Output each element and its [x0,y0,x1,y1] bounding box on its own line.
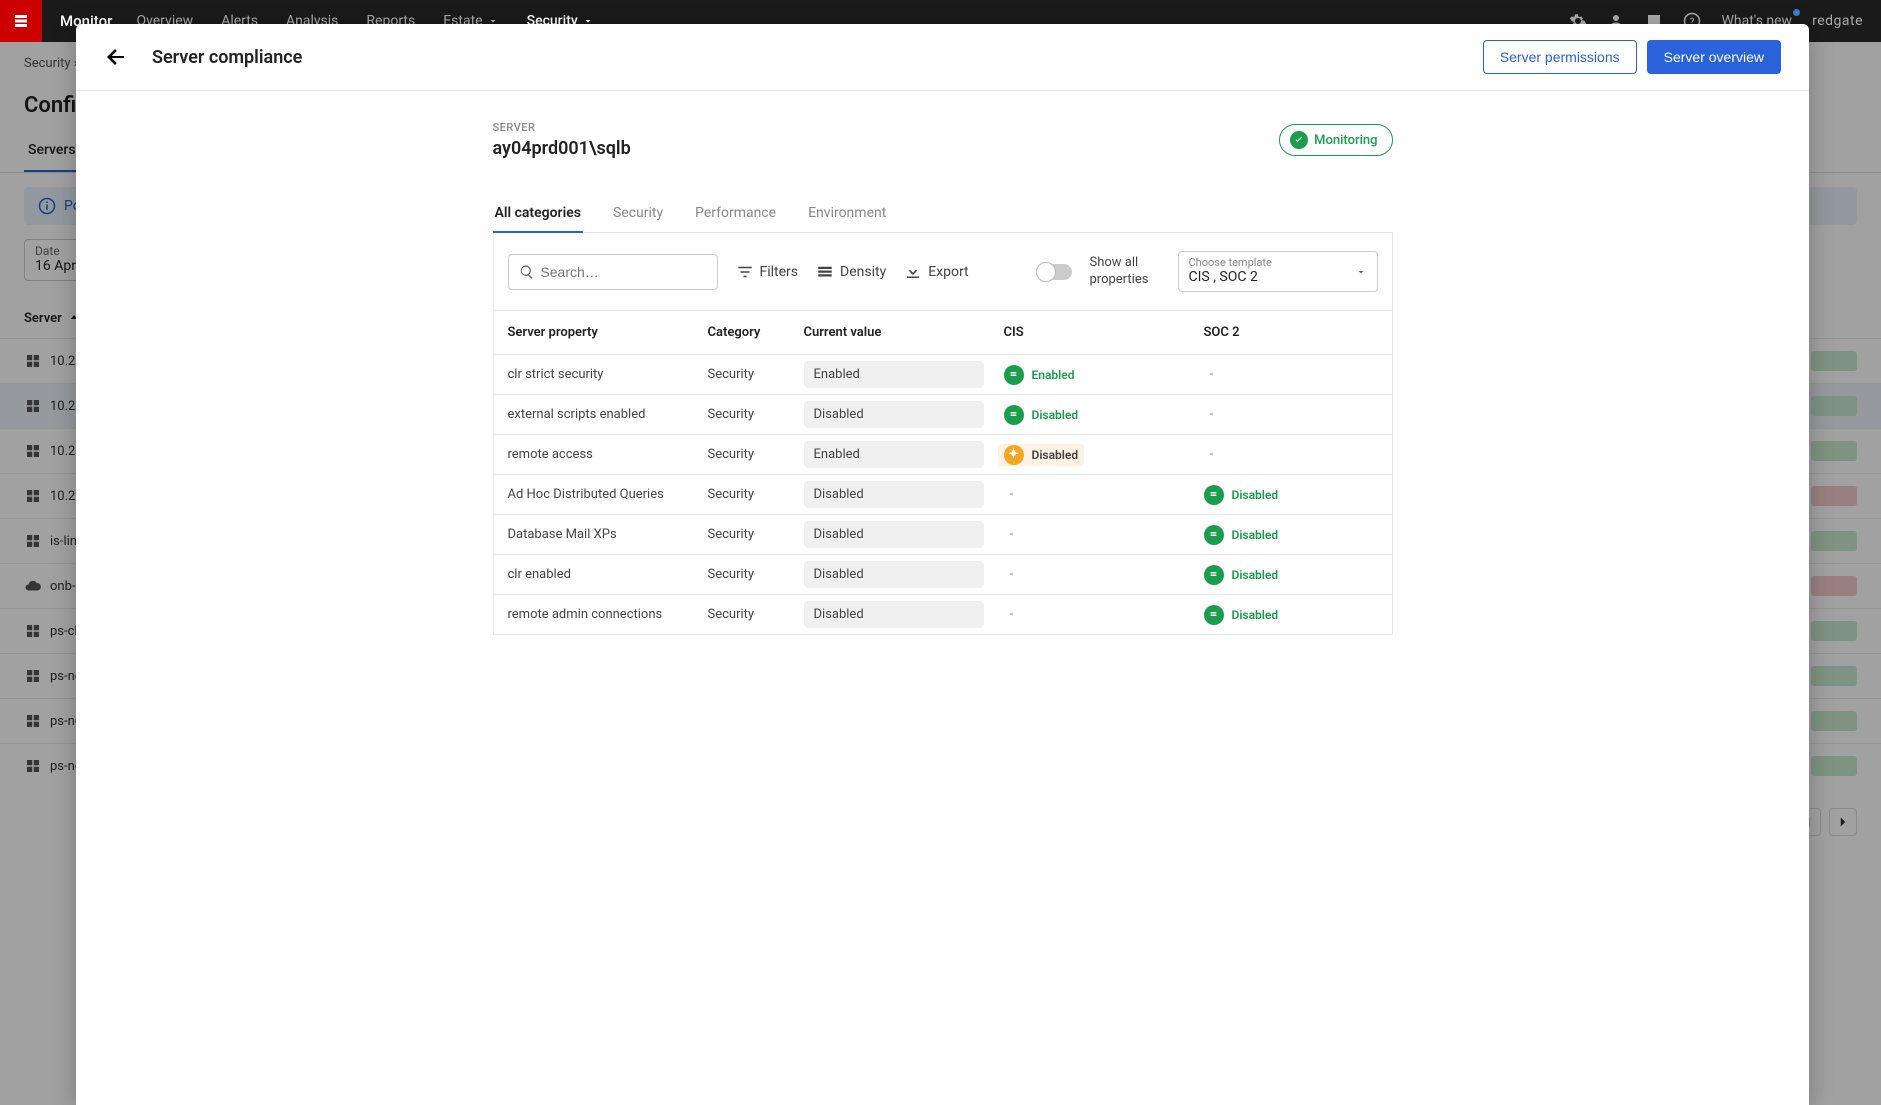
density-icon [816,263,834,281]
server-compliance-modal: Server compliance Server permissions Ser… [76,24,1809,1105]
cell-property: remote admin connections [508,607,708,622]
cell-category: Security [708,527,804,542]
cell-cis: - [1004,487,1204,502]
cell-value: Disabled [804,481,984,508]
tab-all-categories[interactable]: All categories [493,195,583,233]
status-empty: - [1204,407,1380,422]
col-category[interactable]: Category [708,325,804,340]
tab-environment[interactable]: Environment [806,195,888,232]
cell-category: Security [708,567,804,582]
show-all-label: Show all properties [1090,255,1160,289]
cell-category: Security [708,407,804,422]
table-row[interactable]: remote accessSecurityEnabled ✦Disabled - [493,435,1393,475]
density-button[interactable]: Density [816,263,886,281]
tab-security[interactable]: Security [611,195,665,232]
table-row[interactable]: clr enabledSecurityDisabled -=Disabled [493,555,1393,595]
back-button[interactable] [104,45,128,69]
cell-soc2: =Disabled [1204,605,1380,625]
ok-icon: = [1004,405,1024,425]
ok-icon: = [1204,565,1224,585]
chevron-down-icon [1355,266,1367,278]
status-empty: - [1004,607,1204,622]
filters-button[interactable]: Filters [736,263,799,281]
cell-soc2: - [1204,447,1380,462]
category-tabs: All categories Security Performance Envi… [493,195,1393,233]
status-warn: ✦Disabled [1004,445,1079,465]
status-ok: =Disabled [1204,565,1380,585]
status-empty: - [1004,567,1204,582]
status-ok: =Disabled [1204,485,1380,505]
col-soc2[interactable]: SOC 2 [1204,325,1380,340]
cell-property: Database Mail XPs [508,527,708,542]
template-select[interactable]: Choose template CIS , SOC 2 [1178,251,1378,292]
ok-icon: = [1004,365,1024,385]
show-all-toggle[interactable] [1038,264,1072,280]
server-overview-button[interactable]: Server overview [1647,40,1781,74]
filter-icon [736,263,754,281]
cell-value: Enabled [804,441,984,468]
tab-performance[interactable]: Performance [693,195,778,232]
status-ok: =Disabled [1004,405,1204,425]
cell-value: Disabled [804,601,984,628]
cell-soc2: - [1204,367,1380,382]
cell-soc2: - [1204,407,1380,422]
cell-property: external scripts enabled [508,407,708,422]
server-permissions-button[interactable]: Server permissions [1483,40,1637,74]
table-row[interactable]: external scripts enabledSecurityDisabled… [493,395,1393,435]
table-header: Server property Category Current value C… [493,311,1393,355]
search-field[interactable] [540,264,706,280]
status-empty: - [1004,527,1204,542]
ok-icon: = [1204,605,1224,625]
cell-cis: - [1004,567,1204,582]
cell-cis: - [1004,527,1204,542]
cell-cis: - [1004,607,1204,622]
ok-icon: = [1204,485,1224,505]
cell-property: Ad Hoc Distributed Queries [508,487,708,502]
cell-value: Disabled [804,401,984,428]
cell-property: clr enabled [508,567,708,582]
cell-value: Enabled [804,361,984,388]
redgate-brand: redgate [1812,13,1863,29]
server-label: SERVER [493,121,631,134]
cell-soc2: =Disabled [1204,485,1380,505]
table-row[interactable]: remote admin connectionsSecurityDisabled… [493,595,1393,635]
server-name: ay04prd001\sqlb [493,138,631,159]
cell-value: Disabled [804,561,984,588]
cell-category: Security [708,607,804,622]
check-circle-icon [1290,131,1308,149]
monitoring-status-pill: Monitoring [1279,124,1392,156]
status-ok: =Disabled [1204,525,1380,545]
cell-cis: =Enabled [1004,365,1204,385]
col-cis[interactable]: CIS [1004,325,1204,340]
cell-category: Security [708,447,804,462]
export-button[interactable]: Export [904,263,968,281]
cell-soc2: =Disabled [1204,525,1380,545]
table-row[interactable]: Ad Hoc Distributed QueriesSecurityDisabl… [493,475,1393,515]
cell-property: remote access [508,447,708,462]
table-row[interactable]: clr strict securitySecurityEnabled =Enabl… [493,355,1393,395]
redgate-logo-icon[interactable] [0,0,42,42]
status-ok: =Enabled [1004,365,1204,385]
table-row[interactable]: Database Mail XPsSecurityDisabled -=Disab… [493,515,1393,555]
cell-category: Security [708,367,804,382]
status-empty: - [1204,447,1380,462]
modal-title: Server compliance [152,47,302,68]
search-input[interactable] [508,254,718,290]
status-empty: - [1004,487,1204,502]
cell-category: Security [708,487,804,502]
cell-property: clr strict security [508,367,708,382]
ok-icon: = [1204,525,1224,545]
status-empty: - [1204,367,1380,382]
cell-cis: =Disabled [1004,405,1204,425]
warn-icon: ✦ [1004,445,1024,465]
cell-soc2: =Disabled [1204,565,1380,585]
cell-value: Disabled [804,521,984,548]
status-ok: =Disabled [1204,605,1380,625]
col-property[interactable]: Server property [508,325,708,340]
toolbar: Filters Density Export Show all properti… [493,233,1393,311]
col-current-value[interactable]: Current value [804,325,1004,340]
cell-cis: ✦Disabled [1004,445,1204,465]
download-icon [904,263,922,281]
search-icon [519,263,535,281]
